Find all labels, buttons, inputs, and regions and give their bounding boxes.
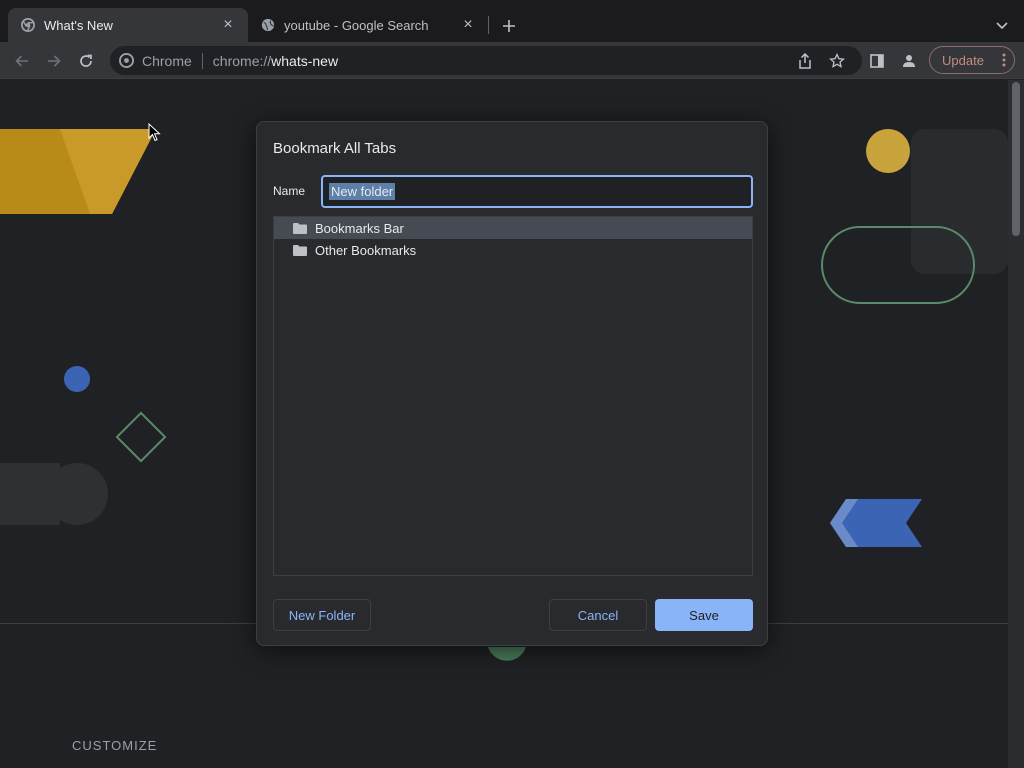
reload-button[interactable] [73, 48, 99, 74]
tree-item-label: Bookmarks Bar [315, 220, 404, 236]
save-button[interactable]: Save [655, 599, 753, 631]
close-tab-icon[interactable]: × [220, 17, 236, 33]
bookmark-all-tabs-dialog: Bookmark All Tabs Name New folder Bookma… [256, 121, 768, 646]
update-button[interactable]: Update [929, 46, 1015, 74]
tab-search-button[interactable] [990, 14, 1014, 38]
grey-circle [46, 463, 108, 525]
update-label: Update [942, 52, 984, 68]
yellow-dot [866, 129, 910, 173]
reload-icon [80, 54, 92, 67]
toolbar: Chrome chrome:// whats-new Update [0, 42, 1024, 79]
site-name: Chrome [142, 52, 192, 69]
folder-icon [293, 222, 307, 234]
globe-icon [260, 17, 276, 33]
tree-item-bookmarks-bar[interactable]: Bookmarks Bar [274, 217, 752, 239]
page-scrollbar[interactable] [1008, 80, 1024, 768]
tab-divider [488, 16, 489, 34]
chevron-down-icon [996, 22, 1008, 30]
arrow-right-icon [48, 55, 61, 67]
person-icon [903, 55, 915, 67]
share-icon[interactable] [796, 52, 814, 70]
folder-name-input[interactable]: New folder [321, 175, 753, 208]
more-vert-icon[interactable] [1002, 53, 1006, 70]
mouse-cursor-icon [148, 122, 161, 147]
omnibox-divider [201, 52, 203, 69]
close-tab-icon[interactable]: × [460, 17, 476, 33]
back-button[interactable] [9, 48, 35, 74]
side-panel-button[interactable] [864, 48, 890, 74]
new-folder-button[interactable]: New Folder [273, 599, 371, 631]
tab-title: youtube - Google Search [284, 17, 429, 33]
blue-dot [64, 366, 90, 392]
green-diamond [115, 411, 167, 463]
tree-item-label: Other Bookmarks [315, 242, 417, 258]
green-dot-partial [488, 647, 526, 661]
side-panel-icon [870, 54, 884, 68]
forward-button[interactable] [41, 48, 67, 74]
tab-whats-new[interactable]: What's New × [8, 8, 248, 42]
chrome-icon [20, 17, 36, 33]
new-tab-button[interactable] [497, 14, 521, 38]
dialog-title: Bookmark All Tabs [273, 140, 397, 157]
address-bar[interactable]: Chrome chrome:// whats-new [110, 46, 862, 75]
folder-tree[interactable]: Bookmarks Bar Other Bookmarks [273, 216, 753, 576]
url-scheme: chrome:// [212, 52, 272, 69]
cancel-button[interactable]: Cancel [549, 599, 647, 631]
tab-title: What's New [44, 17, 113, 33]
folder-name-value: New folder [329, 183, 396, 200]
folder-icon [293, 244, 307, 256]
name-label: Name [273, 184, 306, 198]
tab-youtube-search[interactable]: youtube - Google Search × [248, 8, 488, 42]
customize-link[interactable]: CUSTOMIZE [72, 738, 157, 753]
scrollbar-thumb[interactable] [1012, 82, 1020, 236]
tab-strip: What's New × youtube - Google Search × [0, 0, 1024, 42]
arrow-left-icon [15, 55, 28, 67]
grey-rounded-block [911, 129, 1008, 274]
tree-item-other-bookmarks[interactable]: Other Bookmarks [274, 239, 752, 261]
url-host: whats-new [271, 52, 339, 69]
bookmark-star-icon[interactable] [828, 52, 846, 70]
chrome-icon [118, 53, 134, 69]
profile-button[interactable] [896, 48, 922, 74]
plus-icon [503, 20, 515, 32]
